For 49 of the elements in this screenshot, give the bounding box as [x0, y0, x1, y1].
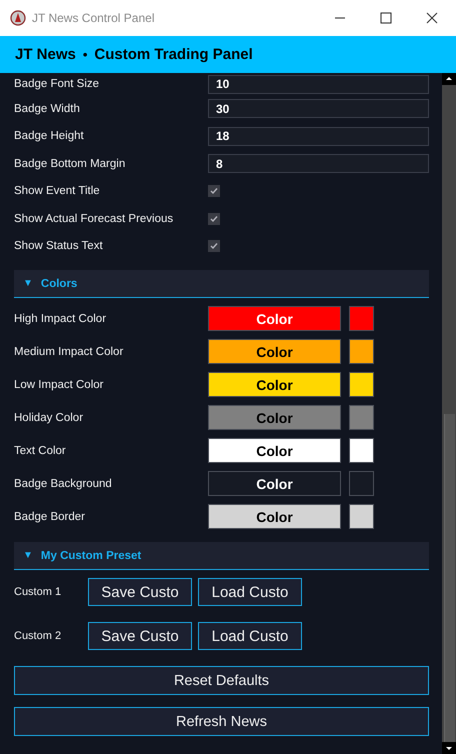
- color-button[interactable]: Color: [208, 339, 341, 364]
- color-button[interactable]: Color: [208, 504, 341, 529]
- setting-label: Show Actual Forecast Previous: [14, 212, 174, 225]
- color-button[interactable]: Color: [208, 372, 341, 397]
- color-label: High Impact Color: [14, 312, 108, 324]
- load-button[interactable]: Load Custo: [198, 622, 302, 650]
- input-field[interactable]: 18: [208, 126, 429, 146]
- scroll-thumb[interactable]: [444, 414, 454, 742]
- action-button[interactable]: Refresh News: [14, 707, 429, 736]
- app-logo-icon: [10, 10, 26, 26]
- setting-label: Show Status Text: [14, 240, 104, 252]
- color-button[interactable]: Color: [208, 405, 341, 430]
- color-label: Medium Impact Color: [14, 346, 124, 358]
- color-label: Text Color: [14, 444, 67, 456]
- color-label: Badge Border: [14, 510, 86, 522]
- window-title: JT News Control Panel: [32, 11, 154, 25]
- maximize-icon[interactable]: [380, 12, 392, 24]
- checkbox[interactable]: [208, 185, 220, 198]
- setting-label: Badge Bottom Margin: [14, 158, 126, 170]
- color-button[interactable]: Color: [208, 471, 341, 496]
- title-separator: •: [82, 47, 88, 62]
- panel-title: Custom Trading Panel: [94, 46, 253, 63]
- input-field[interactable]: 10: [208, 74, 429, 94]
- section-header[interactable]: ▼ My Custom Preset: [14, 542, 429, 570]
- color-label: Low Impact Color: [14, 378, 104, 390]
- setting-label: Badge Width: [14, 102, 81, 115]
- action-button[interactable]: Reset Defaults: [14, 666, 429, 695]
- input-field[interactable]: 30: [208, 99, 429, 118]
- close-icon[interactable]: [426, 12, 438, 24]
- preset-label: Custom 1: [14, 586, 62, 598]
- input-field[interactable]: 8: [208, 154, 429, 174]
- color-label: Holiday Color: [14, 412, 84, 424]
- color-button[interactable]: Color: [208, 438, 341, 463]
- scrollbar[interactable]: [442, 73, 456, 754]
- load-button[interactable]: Load Custo: [198, 578, 302, 606]
- color-label: Badge Background: [14, 478, 113, 490]
- scroll-up-icon[interactable]: [442, 73, 456, 85]
- setting-label: Badge Height: [14, 130, 85, 142]
- brand-title: JT News: [15, 46, 76, 63]
- setting-label: Badge Font Size: [14, 78, 100, 90]
- save-button[interactable]: Save Custo: [88, 578, 192, 606]
- section-header[interactable]: ▼ Colors: [14, 270, 429, 298]
- preset-label: Custom 2: [14, 630, 62, 642]
- color-button[interactable]: Color: [208, 306, 341, 331]
- checkbox[interactable]: [208, 240, 220, 252]
- setting-label: Show Event Title: [14, 185, 101, 198]
- scroll-down-icon[interactable]: [442, 742, 456, 754]
- checkbox[interactable]: [208, 212, 220, 225]
- save-button[interactable]: Save Custo: [88, 622, 192, 650]
